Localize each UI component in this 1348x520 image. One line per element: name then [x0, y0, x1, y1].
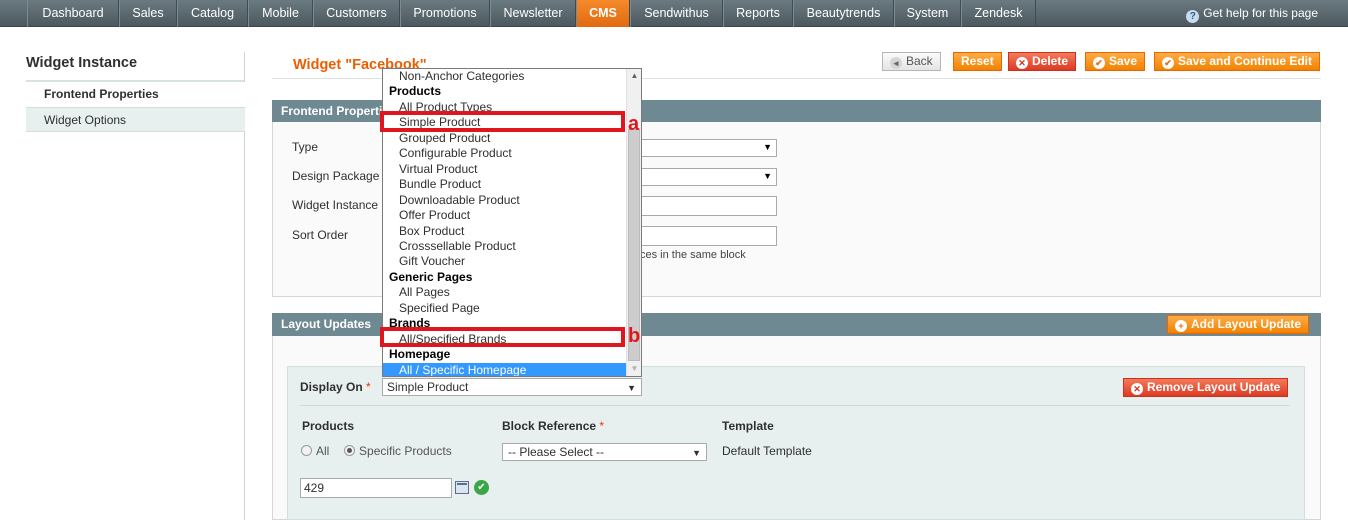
back-icon: ◂ — [890, 57, 902, 69]
dropdown-option[interactable]: Configurable Product — [383, 146, 627, 161]
dropdown-arrow-icon: ▼ — [763, 142, 772, 152]
dropdown-group-label: Homepage — [389, 347, 451, 362]
add-layout-update-label: Add Layout Update — [1191, 317, 1301, 331]
add-layout-update-button[interactable]: + Add Layout Update — [1167, 315, 1309, 334]
plus-icon: + — [1175, 320, 1187, 332]
dropdown-option[interactable]: Box Product — [383, 224, 627, 239]
sidebar-title: Widget Instance — [26, 55, 138, 71]
nav-customers[interactable]: Customers — [313, 0, 400, 27]
dropdown-option[interactable]: Bundle Product — [383, 177, 627, 192]
back-label: Back — [906, 54, 933, 68]
annotation-label-b: b — [628, 325, 641, 347]
dropdown-option[interactable]: Non-Anchor Categories — [383, 69, 627, 84]
sidebar-item-frontend-properties[interactable]: Frontend Properties — [26, 82, 245, 107]
nav-zendesk[interactable]: Zendesk — [961, 0, 1036, 27]
specific-products-label: Specific Products — [359, 444, 452, 458]
template-value: Default Template — [722, 444, 812, 458]
delete-label: Delete — [1032, 54, 1069, 68]
nav-beautytrends[interactable]: Beautytrends — [793, 0, 894, 27]
product-chooser-icon[interactable] — [455, 481, 469, 494]
block-reference-text: Block Reference — [502, 419, 597, 433]
type-select[interactable]: ▼ — [620, 139, 777, 157]
dropdown-arrow-icon: ▼ — [627, 383, 636, 393]
block-reference-select[interactable]: -- Please Select -- ▼ — [502, 443, 707, 461]
dropdown-option[interactable]: Crosssellable Product — [383, 239, 627, 254]
nav-cms[interactable]: CMS — [576, 0, 630, 27]
dropdown-arrow-icon: ▼ — [763, 171, 772, 181]
sort-order-label: Sort Order — [292, 228, 349, 242]
remove-layout-update-label: Remove Layout Update — [1147, 380, 1281, 394]
sort-order-note: ces in the same block — [640, 249, 746, 261]
top-nav: Dashboard Sales Catalog Mobile Customers… — [0, 0, 1348, 27]
panel-divider — [300, 405, 1290, 406]
required-marker: * — [599, 419, 605, 433]
nav-system[interactable]: System — [894, 0, 961, 27]
back-button[interactable]: ◂ Back — [882, 52, 941, 71]
help-text: Get help for this page — [1203, 6, 1318, 20]
product-ids-input[interactable]: 429 — [300, 478, 452, 498]
specific-products-radio[interactable] — [344, 445, 356, 456]
dropdown-option[interactable]: Grouped Product — [383, 131, 627, 146]
widget-instance-label: Widget Instance — [292, 198, 379, 212]
design-package-select[interactable]: ▼ — [620, 168, 777, 186]
display-on-value: Simple Product — [387, 380, 469, 394]
save-label: Save — [1109, 54, 1138, 68]
all-products-radio[interactable] — [301, 445, 312, 456]
check-icon: ✔ — [1093, 57, 1105, 69]
dropdown-option[interactable]: Gift Voucher — [383, 254, 627, 269]
nav-promotions[interactable]: Promotions — [400, 0, 490, 27]
nav-sales[interactable]: Sales — [119, 0, 177, 27]
type-label: Type — [292, 140, 319, 154]
reset-button[interactable]: Reset — [953, 52, 1002, 71]
dropdown-option[interactable]: All Pages — [383, 285, 627, 300]
save-continue-label: Save and Continue Edit — [1178, 54, 1313, 68]
nav-sendwithus[interactable]: Sendwithus — [630, 0, 723, 27]
highlight-simple-product — [380, 111, 625, 132]
products-column-header: Products — [302, 419, 355, 433]
scroll-down-arrow-icon[interactable]: ▼ — [627, 362, 641, 376]
dropdown-option[interactable]: Offer Product — [383, 208, 627, 223]
help-icon: ? — [1186, 10, 1200, 23]
apply-check-icon[interactable]: ✔ — [474, 480, 489, 495]
template-column-header: Template — [722, 419, 774, 433]
check-icon: ✔ — [1162, 57, 1174, 69]
nav-catalog[interactable]: Catalog — [177, 0, 248, 27]
delete-icon: ✕ — [1016, 57, 1028, 69]
frontend-properties-title: Frontend Properties — [281, 104, 396, 118]
sort-order-input[interactable] — [620, 226, 777, 246]
help-link[interactable]: ? Get help for this page — [1186, 0, 1318, 27]
save-button[interactable]: ✔ Save — [1085, 52, 1146, 71]
highlight-all-specified-brands — [380, 327, 625, 347]
display-on-select[interactable]: Simple Product ▼ — [382, 378, 642, 396]
dropdown-group-label: Products — [389, 84, 442, 99]
display-on-text: Display On — [300, 380, 363, 394]
remove-icon: ✕ — [1131, 383, 1143, 395]
products-radio-group: All Specific Products — [301, 444, 452, 458]
delete-button[interactable]: ✕ Delete — [1008, 52, 1077, 71]
remove-layout-update-button[interactable]: ✕ Remove Layout Update — [1123, 378, 1289, 397]
dropdown-option[interactable]: Virtual Product — [383, 162, 627, 177]
dropdown-group-label: Generic Pages — [389, 269, 473, 284]
dropdown-option[interactable]: Downloadable Product — [383, 193, 627, 208]
nav-reports[interactable]: Reports — [723, 0, 793, 27]
sidebar-item-widget-options[interactable]: Widget Options — [26, 107, 245, 132]
dropdown-option[interactable]: Specified Page — [383, 301, 627, 316]
save-continue-button[interactable]: ✔ Save and Continue Edit — [1154, 52, 1321, 71]
required-marker: * — [366, 380, 371, 394]
nav-mobile[interactable]: Mobile — [248, 0, 313, 27]
display-on-label: Display On * — [300, 380, 371, 394]
widget-instance-title-input[interactable] — [620, 196, 777, 216]
all-products-label: All — [316, 444, 330, 458]
block-reference-column-header: Block Reference * — [502, 419, 604, 433]
annotation-label-a: a — [628, 113, 640, 135]
layout-updates-title: Layout Updates — [281, 317, 372, 331]
scroll-up-arrow-icon[interactable]: ▲ — [627, 69, 641, 83]
nav-dashboard[interactable]: Dashboard — [27, 0, 119, 27]
dropdown-arrow-icon: ▼ — [692, 448, 701, 458]
dropdown-option[interactable]: All / Specific Homepage — [383, 362, 627, 376]
design-package-label: Design Package — [292, 169, 380, 183]
nav-newsletter[interactable]: Newsletter — [490, 0, 576, 27]
block-reference-value: -- Please Select -- — [508, 445, 605, 459]
